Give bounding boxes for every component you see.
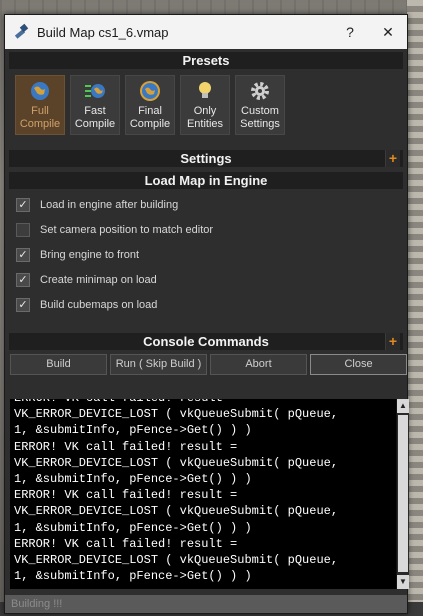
console-line: 1, &submitInfo, pFence->Get() ) ) — [14, 472, 252, 487]
console-line: VK_ERROR_DEVICE_LOST ( vkQueueSubmit( pQ… — [14, 504, 339, 519]
console-lines: ERROR! VK call failed! result =VK_ERROR_… — [14, 399, 396, 584]
preset-label-line2: Entities — [186, 118, 224, 130]
option-label: Set camera position to match editor — [40, 223, 214, 236]
checkbox-checked[interactable]: ✓ — [16, 272, 30, 287]
viewport-grid-edge — [407, 0, 423, 616]
presets-header: Presets — [9, 52, 403, 69]
checkbox-unchecked[interactable] — [16, 222, 30, 237]
console-commands-title: Console Commands — [143, 334, 269, 349]
fast-globe-icon — [85, 84, 105, 98]
console-line: ERROR! VK call failed! result = — [14, 488, 238, 503]
action-button-row: Build Run ( Skip Build ) Abort Close — [5, 350, 407, 375]
preset-final-compile[interactable]: Final Compile — [125, 75, 175, 135]
preset-custom-settings[interactable]: Custom Settings — [235, 75, 285, 135]
console-commands-header[interactable]: Console Commands + — [9, 333, 403, 350]
load-map-header: Load Map in Engine — [9, 172, 403, 189]
preset-full-compile[interactable]: Full Compile — [15, 75, 65, 135]
abort-button[interactable]: Abort — [210, 354, 307, 375]
preset-label-line1: Only — [193, 105, 217, 117]
settings-header[interactable]: Settings + — [9, 150, 403, 167]
preset-label-line2: Compile — [74, 118, 116, 130]
load-options-list: ✓ Load in engine after building Set came… — [5, 189, 407, 317]
run-skip-build-button[interactable]: Run ( Skip Build ) — [110, 354, 207, 375]
hammer-icon — [14, 23, 29, 39]
preset-label-line2: Settings — [240, 118, 280, 130]
option-create-minimap[interactable]: ✓ Create minimap on load — [5, 267, 407, 292]
option-build-cubemaps[interactable]: ✓ Build cubemaps on load — [5, 292, 407, 317]
console-line: VK_ERROR_DEVICE_LOST ( vkQueueSubmit( pQ… — [14, 455, 339, 470]
preset-only-entities[interactable]: Only Entities — [180, 75, 230, 135]
console-line: 1, &submitInfo, pFence->Get() ) ) — [14, 423, 252, 438]
console-line: VK_ERROR_DEVICE_LOST ( vkQueueSubmit( pQ… — [14, 407, 339, 422]
option-label: Build cubemaps on load — [40, 298, 158, 311]
option-label: Bring engine to front — [40, 248, 140, 261]
console-scrollbar[interactable]: ▲ ▼ — [396, 399, 409, 589]
close-button[interactable]: Close — [310, 354, 407, 375]
checkbox-checked[interactable]: ✓ — [16, 247, 30, 262]
option-label: Create minimap on load — [40, 273, 157, 286]
build-button[interactable]: Build — [10, 354, 107, 375]
preset-label-line2: Compile — [129, 118, 171, 130]
console-commands-expand-button[interactable]: + — [385, 333, 400, 350]
globe-icon — [140, 81, 160, 101]
option-load-in-engine[interactable]: ✓ Load in engine after building — [5, 192, 407, 217]
preset-label-line2: Compile — [19, 118, 61, 130]
preset-label-line1: Full — [31, 105, 49, 117]
globe-icon — [31, 82, 49, 100]
console-line: 1, &submitInfo, pFence->Get() ) ) — [14, 569, 252, 584]
scrollbar-thumb[interactable] — [398, 415, 408, 572]
gear-icon — [251, 82, 269, 100]
lightbulb-icon — [199, 82, 211, 98]
settings-title: Settings — [180, 151, 232, 166]
option-label: Load in engine after building — [40, 198, 179, 211]
checkbox-checked[interactable]: ✓ — [16, 197, 30, 212]
preset-label-line1: Custom — [241, 105, 279, 117]
settings-expand-button[interactable]: + — [385, 150, 400, 167]
status-bar: Building !!! — [5, 595, 407, 613]
console-line: ERROR! VK call failed! result = — [14, 536, 238, 551]
build-map-dialog: Build Map cs1_6.vmap ? ✕ Presets Full Co… — [4, 14, 409, 614]
option-set-camera-position[interactable]: Set camera position to match editor — [5, 217, 407, 242]
preset-label-line1: Fast — [84, 105, 106, 117]
title-bar[interactable]: Build Map cs1_6.vmap ? ✕ — [5, 15, 407, 49]
scroll-down-arrow-icon[interactable]: ▼ — [397, 575, 409, 589]
presets-list: Full Compile Fast Compile Final Compile — [5, 69, 407, 135]
scroll-up-arrow-icon[interactable]: ▲ — [397, 399, 409, 413]
preset-label-line1: Final — [138, 105, 162, 117]
console-line: ERROR! VK call failed! result = — [14, 399, 396, 406]
window-close-button[interactable]: ✕ — [369, 15, 407, 49]
preset-fast-compile[interactable]: Fast Compile — [70, 75, 120, 135]
window-title: Build Map cs1_6.vmap — [37, 24, 169, 40]
option-bring-engine-to-front[interactable]: ✓ Bring engine to front — [5, 242, 407, 267]
help-button[interactable]: ? — [331, 15, 369, 49]
console-line: ERROR! VK call failed! result = — [14, 439, 238, 454]
console-line: VK_ERROR_DEVICE_LOST ( vkQueueSubmit( pQ… — [14, 553, 339, 568]
checkbox-checked[interactable]: ✓ — [16, 297, 30, 312]
console-output[interactable]: ERROR! VK call failed! result =VK_ERROR_… — [10, 399, 396, 589]
console-line: 1, &submitInfo, pFence->Get() ) ) — [14, 520, 252, 535]
